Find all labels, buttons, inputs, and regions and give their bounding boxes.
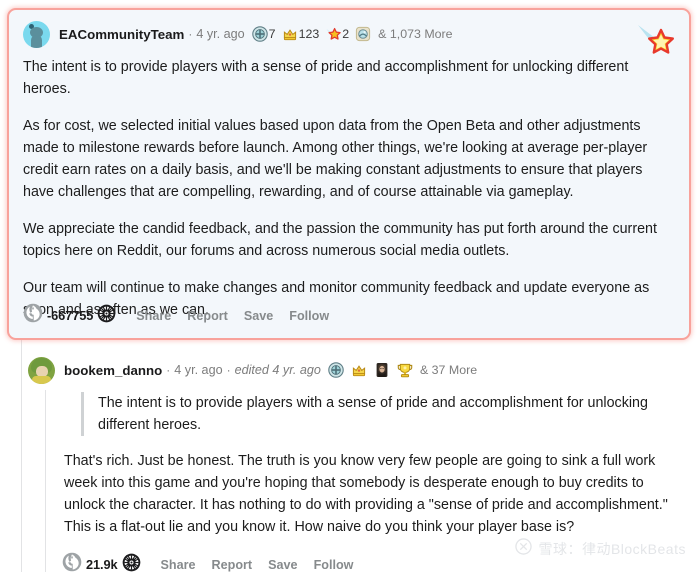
comment-highlighted-eacommunityteam: EACommunityTeam · 4 yr. ago 7 123 2 & 1,… (7, 8, 691, 340)
action-links: Share Report Save Follow (161, 558, 354, 572)
upvote-rebel-alliance-icon[interactable] (62, 552, 82, 577)
shooting-star-award-icon[interactable] (635, 22, 679, 58)
award-count: 7 (268, 27, 276, 41)
watermark: 雪球：律动BlockBeats (515, 538, 686, 560)
award-item[interactable] (328, 362, 344, 378)
meta-separator: · (166, 363, 171, 377)
awards-more-label[interactable]: & 1,073 More (378, 27, 452, 41)
action-links: Share Report Save Follow (136, 309, 329, 323)
upvote-rebel-alliance-icon[interactable] (23, 303, 43, 328)
save-button[interactable]: Save (244, 309, 273, 323)
comment-body: The intent is to provide players with a … (23, 56, 675, 321)
follow-button[interactable]: Follow (289, 309, 329, 323)
gold-crown-award-icon (351, 362, 367, 378)
report-button[interactable]: Report (187, 309, 228, 323)
avatar-body (31, 34, 42, 48)
vote-group: 21.9k (62, 552, 141, 577)
award-item[interactable]: 7 (251, 26, 280, 42)
save-button[interactable]: Save (268, 558, 297, 572)
award-list: 7 123 2 & 1,073 More (251, 26, 453, 42)
comment-paragraph: As for cost, we selected initial values … (23, 118, 648, 200)
silver-award-icon (355, 26, 371, 42)
report-button[interactable]: Report (212, 558, 253, 572)
downvote-first-order-icon[interactable] (122, 553, 141, 577)
watermark-text: 雪球：律动BlockBeats (538, 541, 686, 557)
comment-paragraph: We appreciate the candid feedback, and t… (23, 221, 657, 259)
meta-separator: · (226, 363, 231, 377)
comment-header: bookem_danno · 4 yr. ago · edited 4 yr. … (28, 356, 688, 384)
downvote-first-order-icon[interactable] (97, 304, 116, 328)
avatar-face (36, 365, 48, 377)
award-item[interactable]: 123 (282, 26, 324, 42)
quoted-text: The intent is to provide players with a … (81, 392, 688, 436)
comment-paragraph: The intent is to provide players with a … (23, 59, 629, 97)
follow-button[interactable]: Follow (314, 558, 354, 572)
comment-body: That's rich. Just be honest. The truth i… (64, 453, 668, 535)
meta-separator: · (188, 27, 193, 41)
share-button[interactable]: Share (136, 309, 171, 323)
platinum-award-icon (328, 362, 344, 378)
share-button[interactable]: Share (161, 558, 196, 572)
avatar[interactable] (28, 356, 55, 384)
avatar-shirt (32, 375, 51, 384)
comment-action-bar: -667755 Share Report Save Follow (23, 303, 329, 328)
award-item[interactable] (374, 362, 390, 378)
award-list: & 37 More (328, 362, 477, 378)
award-item[interactable] (397, 362, 413, 378)
vote-group: -667755 (23, 303, 116, 328)
award-count: 2 (342, 27, 350, 41)
comment-timestamp: 4 yr. ago (174, 363, 223, 377)
award-item[interactable] (355, 26, 371, 42)
comment-author-username[interactable]: EACommunityTeam (59, 27, 184, 42)
watermark-logo-icon (515, 538, 533, 560)
gold-trophy-award-icon (397, 362, 413, 378)
comment-author-username[interactable]: bookem_danno (64, 363, 162, 378)
award-item[interactable] (351, 362, 367, 378)
red-star-award-icon (325, 26, 342, 42)
vote-score: 21.9k (86, 557, 118, 572)
award-count: 123 (298, 27, 320, 41)
avatar[interactable] (23, 20, 50, 48)
gold-crown-award-icon (282, 26, 298, 42)
award-item[interactable]: 2 (325, 26, 353, 42)
platinum-award-icon (251, 26, 268, 42)
comment-header: EACommunityTeam · 4 yr. ago 7 123 2 & 1,… (23, 20, 675, 48)
awards-more-label[interactable]: & 37 More (420, 363, 477, 377)
dark-avatar-award-icon (374, 362, 390, 378)
comment-edited-label: edited 4 yr. ago (234, 363, 321, 377)
comment-timestamp: 4 yr. ago (196, 27, 245, 41)
vote-score: -667755 (47, 308, 94, 323)
